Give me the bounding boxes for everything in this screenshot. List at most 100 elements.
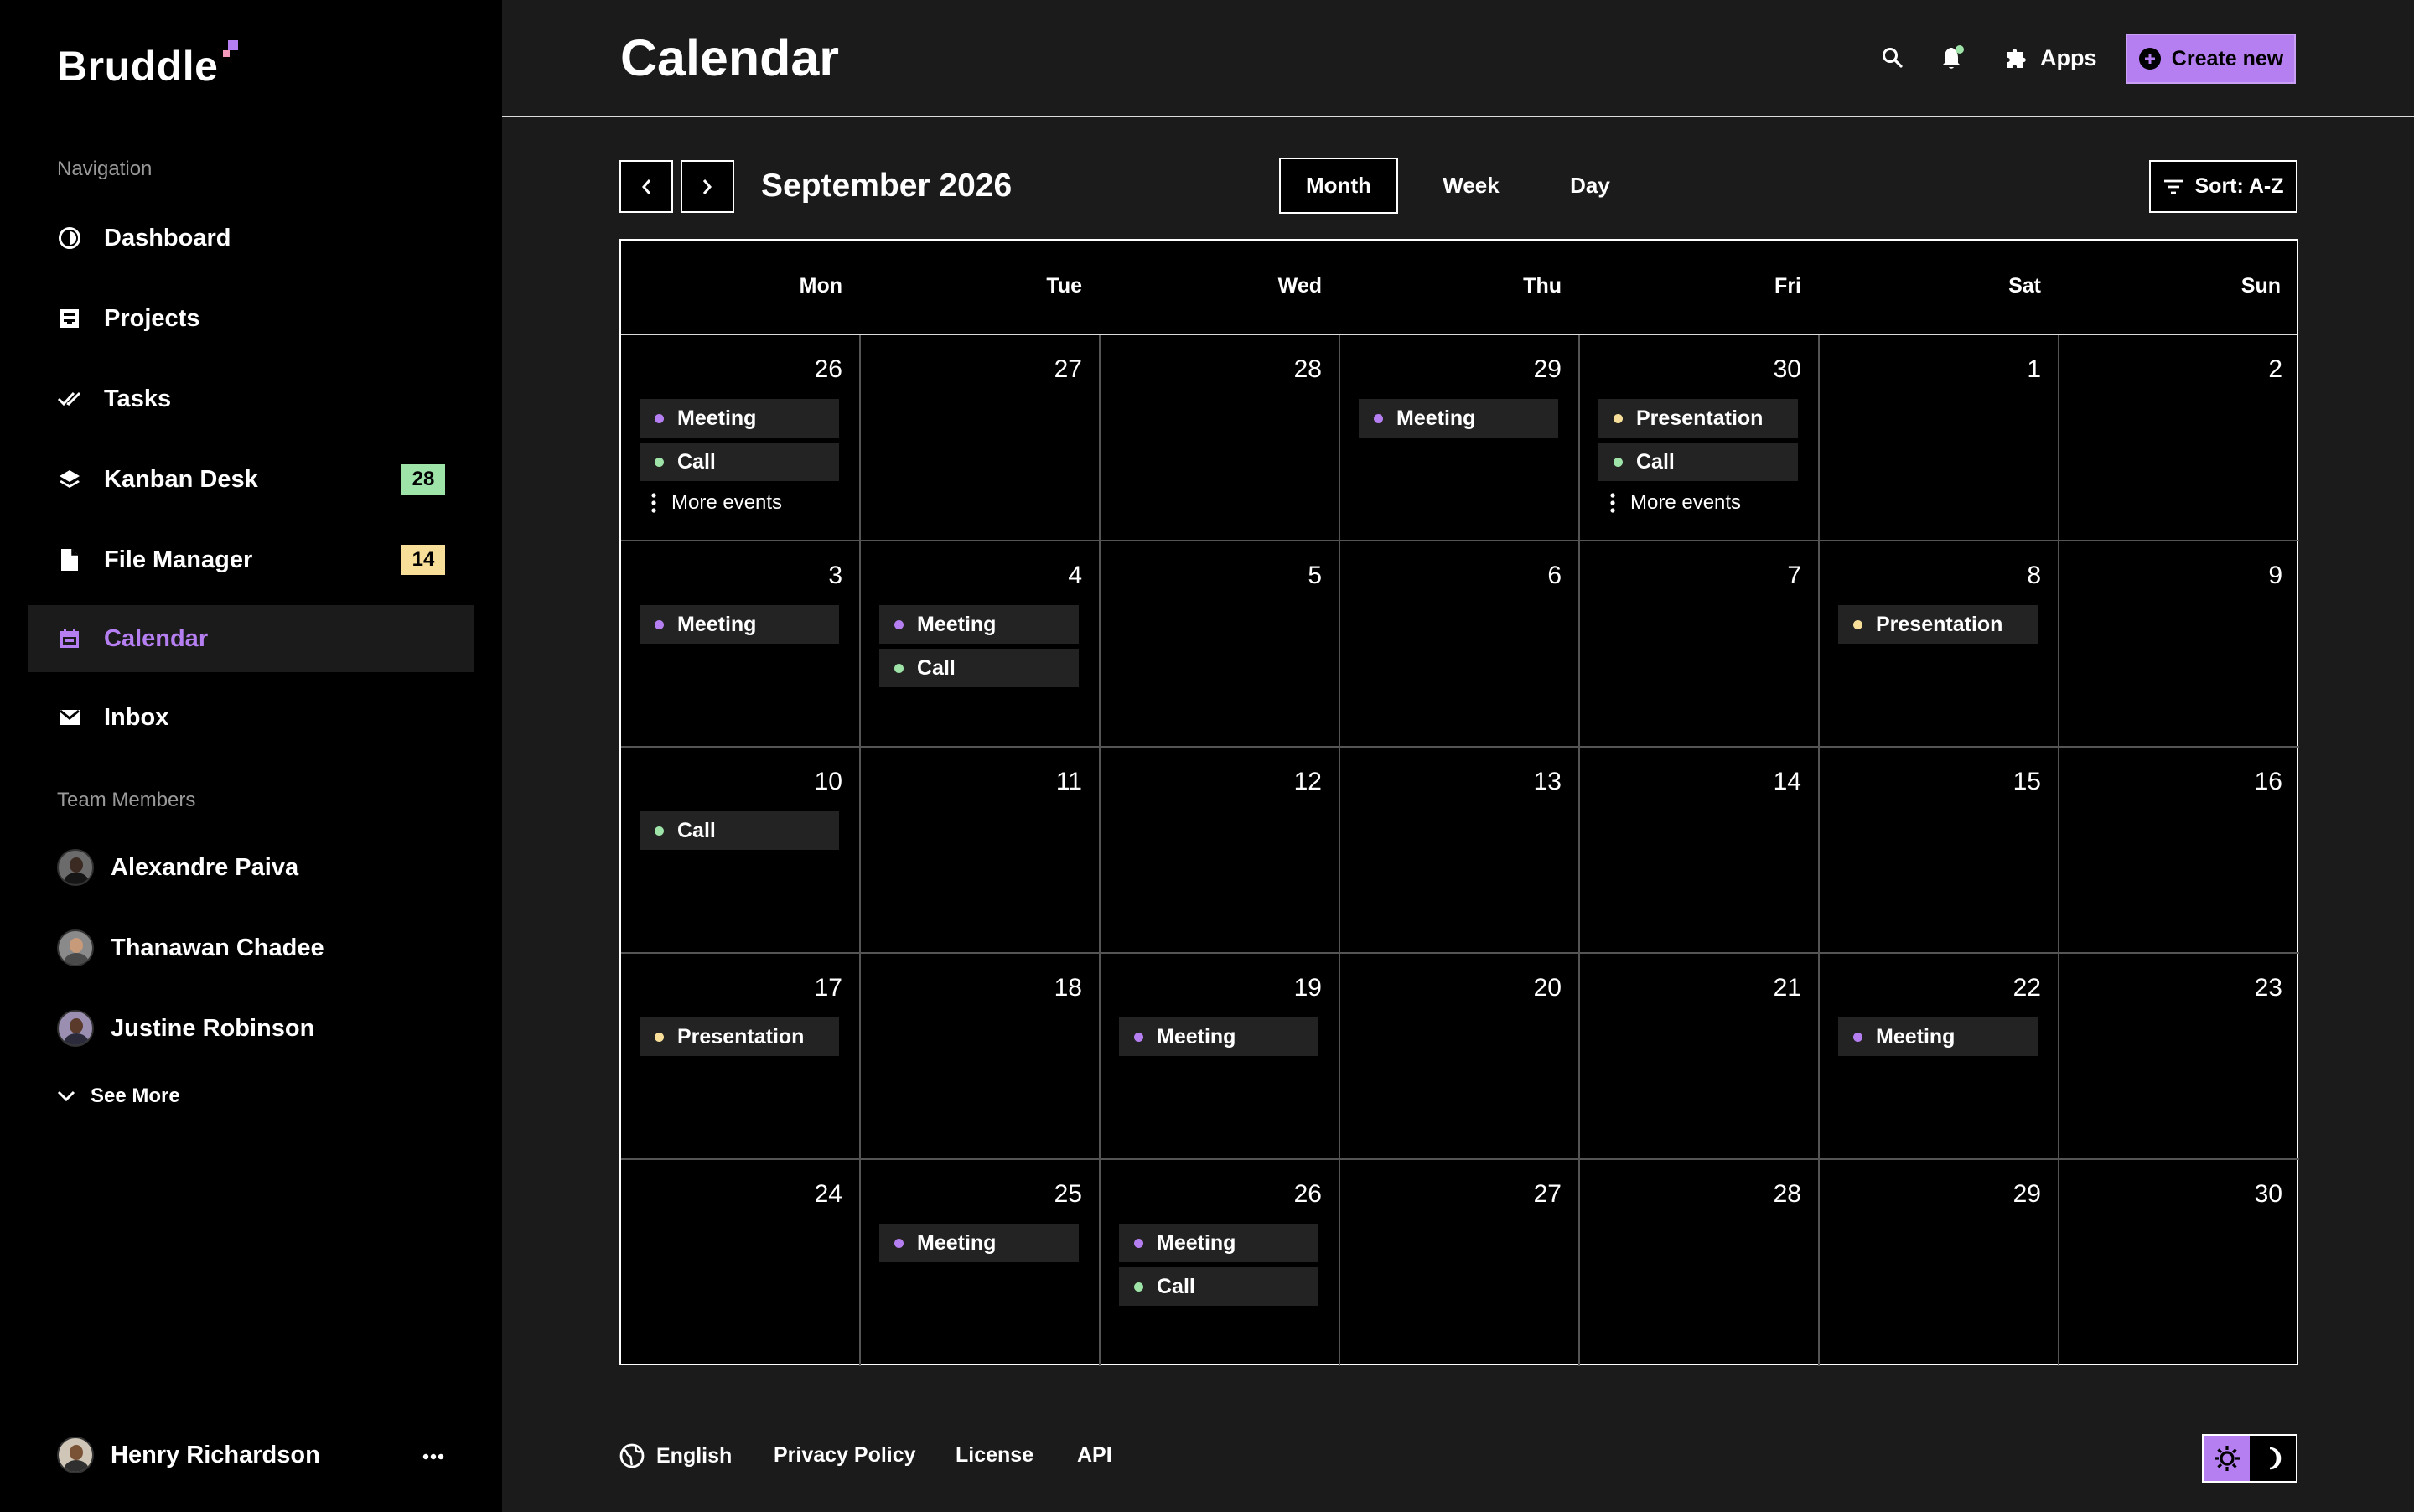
calendar-day-cell[interactable]: 3 Meeting xyxy=(621,541,861,748)
calendar-day-cell[interactable]: 12 xyxy=(1101,748,1340,954)
next-month-button[interactable] xyxy=(681,160,734,213)
previous-month-button[interactable] xyxy=(619,160,673,213)
calendar-event[interactable]: Call xyxy=(640,443,839,481)
create-new-button[interactable]: Create new xyxy=(2126,34,2296,84)
calendar-event[interactable]: Meeting xyxy=(640,399,839,438)
day-number: 3 xyxy=(828,562,842,589)
calendar-event[interactable]: Meeting xyxy=(879,1224,1079,1262)
view-month-button[interactable]: Month xyxy=(1279,158,1398,214)
calendar-day-cell[interactable]: 10 Call xyxy=(621,748,861,954)
calendar-day-cell[interactable]: 7 xyxy=(1580,541,1820,748)
event-dot-icon xyxy=(655,457,664,467)
api-link[interactable]: API xyxy=(1077,1443,1112,1468)
calendar-day-cell[interactable]: 13 xyxy=(1340,748,1580,954)
puzzle-icon xyxy=(2003,44,2030,71)
user-profile[interactable]: Henry Richardson xyxy=(57,1437,320,1473)
dark-mode-button[interactable] xyxy=(2250,1436,2296,1481)
calendar-day-cell[interactable]: 6 xyxy=(1340,541,1580,748)
calendar-day-cell[interactable]: 26 Meeting Call xyxy=(1101,1160,1340,1366)
calendar-event[interactable]: Presentation xyxy=(640,1017,839,1056)
calendar-day-cell[interactable]: 1 xyxy=(1820,335,2059,541)
sidebar-item-calendar[interactable]: Calendar xyxy=(28,605,474,672)
count-badge: 28 xyxy=(401,464,445,495)
calendar-day-cell[interactable]: 18 xyxy=(861,954,1101,1160)
calendar-day-cell[interactable]: 25 Meeting xyxy=(861,1160,1101,1366)
calendar-event[interactable]: Presentation xyxy=(1598,399,1798,438)
sidebar-item-file-manager[interactable]: File Manager 14 xyxy=(28,526,474,593)
day-number: 10 xyxy=(814,768,842,795)
brand-logo[interactable]: Bruddle xyxy=(57,40,241,91)
see-more-button[interactable]: See More xyxy=(57,1085,180,1108)
calendar-event[interactable]: Call xyxy=(1119,1267,1318,1306)
calendar-event[interactable]: Meeting xyxy=(1838,1017,2038,1056)
view-day-button[interactable]: Day xyxy=(1536,158,1645,214)
calendar-day-cell[interactable]: 28 xyxy=(1580,1160,1820,1366)
calendar-day-cell[interactable]: 11 xyxy=(861,748,1101,954)
team-member[interactable]: Alexandre Paiva xyxy=(57,847,298,888)
calendar-day-cell[interactable]: 29 xyxy=(1820,1160,2059,1366)
calendar-day-cell[interactable]: 26 Meeting Call More events xyxy=(621,335,861,541)
more-events-link[interactable]: More events xyxy=(640,486,782,520)
event-dot-icon xyxy=(655,413,664,423)
calendar-event[interactable]: Meeting xyxy=(1119,1017,1318,1056)
day-number: 30 xyxy=(1773,355,1801,383)
calendar-event[interactable]: Meeting xyxy=(1359,399,1558,438)
light-mode-button[interactable] xyxy=(2204,1436,2250,1481)
calendar-event[interactable]: Meeting xyxy=(879,605,1079,644)
calendar-day-cell[interactable]: 21 xyxy=(1580,954,1820,1160)
calendar-day-cell[interactable]: 29 Meeting xyxy=(1340,335,1580,541)
calendar-event[interactable]: Meeting xyxy=(1119,1224,1318,1262)
chevron-down-icon xyxy=(57,1085,75,1108)
theme-toggle[interactable] xyxy=(2202,1434,2297,1483)
calendar-day-cell[interactable]: 14 xyxy=(1580,748,1820,954)
day-number: 27 xyxy=(1054,355,1082,383)
calendar-day-cell[interactable]: 15 xyxy=(1820,748,2059,954)
team-member-name: Alexandre Paiva xyxy=(111,853,299,881)
calendar-day-cell[interactable]: 30 xyxy=(2059,1160,2299,1366)
calendar-day-cell[interactable]: 19 Meeting xyxy=(1101,954,1340,1160)
sort-button[interactable]: Sort: A-Z xyxy=(2149,160,2297,213)
calendar-event[interactable]: Call xyxy=(1598,443,1798,481)
search-icon[interactable] xyxy=(1878,44,1907,72)
calendar-day-cell[interactable]: 8 Presentation xyxy=(1820,541,2059,748)
calendar-day-cell[interactable]: 30 Presentation Call More events xyxy=(1580,335,1820,541)
view-week-button[interactable]: Week xyxy=(1408,158,1534,214)
more-events-link[interactable]: More events xyxy=(1598,486,1741,520)
calendar-day-cell[interactable]: 22 Meeting xyxy=(1820,954,2059,1160)
apps-button[interactable]: Apps xyxy=(2003,40,2097,75)
globe-icon xyxy=(619,1443,645,1468)
calendar-day-cell[interactable]: 24 xyxy=(621,1160,861,1366)
team-member[interactable]: Justine Robinson xyxy=(57,1008,314,1049)
sidebar-item-projects[interactable]: Projects xyxy=(28,285,474,352)
event-title: Meeting xyxy=(917,612,997,636)
calendar-day-cell[interactable]: 17 Presentation xyxy=(621,954,861,1160)
calendar-day-cell[interactable]: 28 xyxy=(1101,335,1340,541)
notification-bell-icon[interactable] xyxy=(1939,44,1967,72)
event-dot-icon xyxy=(894,1238,904,1248)
sidebar-item-kanban-desk[interactable]: Kanban Desk 28 xyxy=(28,446,474,513)
calendar-day-cell[interactable]: 5 xyxy=(1101,541,1340,748)
calendar-day-cell[interactable]: 16 xyxy=(2059,748,2299,954)
sidebar-item-dashboard[interactable]: Dashboard xyxy=(28,205,474,272)
sidebar-item-inbox[interactable]: Inbox xyxy=(28,684,474,751)
calendar-event[interactable]: Meeting xyxy=(640,605,839,644)
sidebar-item-tasks[interactable]: Tasks xyxy=(28,365,474,432)
team-member[interactable]: Thanawan Chadee xyxy=(57,928,324,968)
calendar-event[interactable]: Call xyxy=(879,649,1079,687)
calendar-day-cell[interactable]: 20 xyxy=(1340,954,1580,1160)
calendar-day-cell[interactable]: 4 Meeting Call xyxy=(861,541,1101,748)
calendar-day-cell[interactable]: 27 xyxy=(1340,1160,1580,1366)
filter-icon xyxy=(2163,179,2183,195)
license-link[interactable]: License xyxy=(956,1443,1033,1468)
calendar-event[interactable]: Call xyxy=(640,811,839,850)
day-number: 30 xyxy=(2254,1180,2282,1208)
calendar-day-cell[interactable]: 2 xyxy=(2059,335,2299,541)
more-options-icon[interactable] xyxy=(419,1440,448,1473)
calendar-day-cell[interactable]: 27 xyxy=(861,335,1101,541)
language-selector[interactable]: English xyxy=(619,1443,732,1468)
calendar-event[interactable]: Presentation xyxy=(1838,605,2038,644)
privacy-policy-link[interactable]: Privacy Policy xyxy=(774,1443,916,1468)
calendar-day-cell[interactable]: 9 xyxy=(2059,541,2299,748)
calendar-day-cell[interactable]: 23 xyxy=(2059,954,2299,1160)
plus-circle-icon xyxy=(2138,47,2162,70)
